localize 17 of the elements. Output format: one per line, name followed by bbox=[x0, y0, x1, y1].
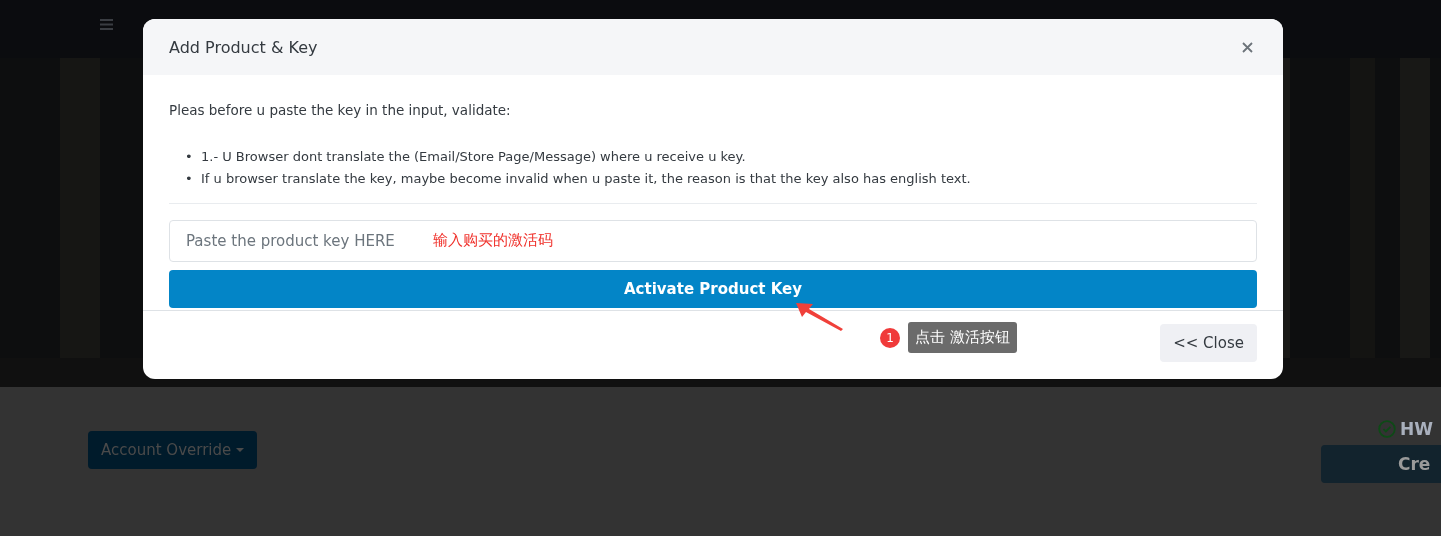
close-button[interactable]: << Close bbox=[1160, 324, 1257, 362]
create-button[interactable]: Cre bbox=[1321, 445, 1441, 483]
annotation-tooltip: 点击 激活按钮 bbox=[908, 322, 1017, 353]
bullet: • bbox=[185, 170, 192, 188]
bullet: • bbox=[185, 148, 192, 166]
note-item: If u browser translate the key, maybe become invalid when u paste it, the reason is that the key also has english text. bbox=[201, 170, 971, 188]
note-item: 1.- U Browser dont translate the (Email/Store Page/Message) where u receive u key. bbox=[201, 148, 746, 166]
annotation-arrow bbox=[796, 303, 844, 331]
close-icon[interactable] bbox=[1242, 41, 1253, 53]
instruction-text: Pleas before u paste the key in the input, validate: bbox=[169, 102, 512, 118]
annotation-text: 输入购买的激活码 bbox=[433, 231, 553, 250]
activate-button[interactable]: Activate Product Key bbox=[169, 270, 1257, 308]
status-label: HW bbox=[1400, 419, 1433, 439]
check-circle-icon bbox=[1378, 420, 1396, 438]
step-badge: 1 bbox=[880, 327, 900, 348]
caret-icon bbox=[236, 448, 245, 452]
dialog-title: Add Product & Key bbox=[169, 37, 318, 57]
